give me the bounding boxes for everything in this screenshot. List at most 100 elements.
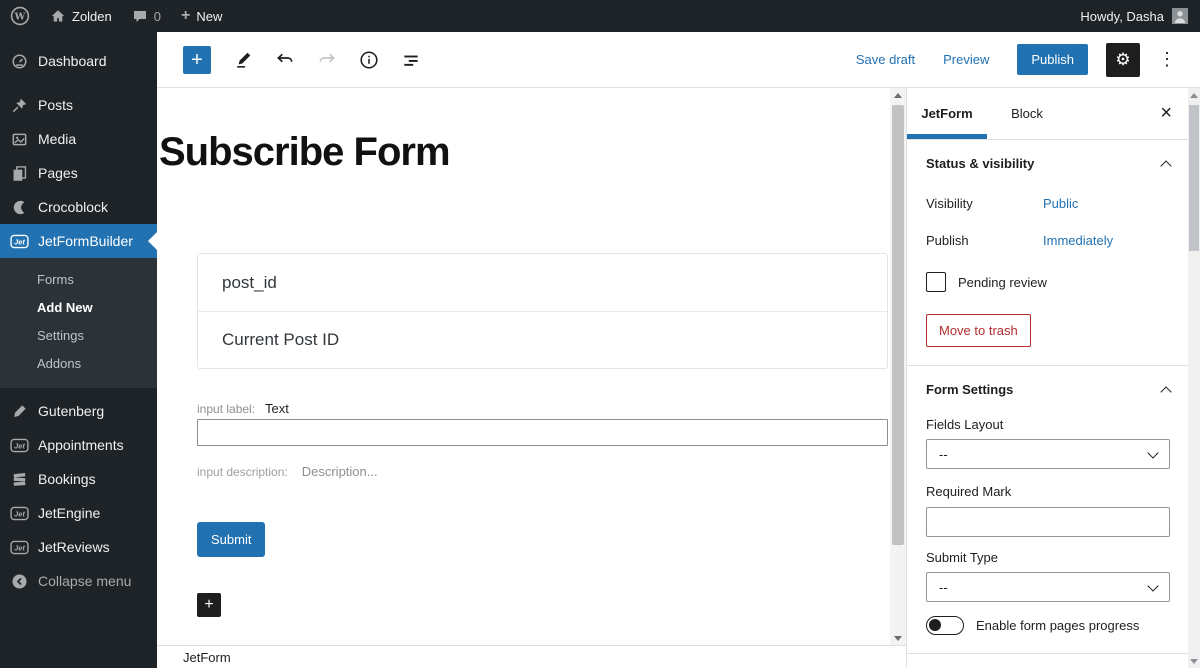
sidebar-item-dashboard[interactable]: Dashboard [0,44,157,78]
field-value[interactable]: Current Post ID [198,311,887,368]
comments-link[interactable]: 0 [122,0,171,32]
chevron-down-icon [1147,579,1159,592]
settings-gear-button[interactable]: ⚙ [1106,42,1140,77]
close-icon[interactable]: × [1144,102,1188,125]
tab-jetform[interactable]: JetForm [907,88,987,139]
form-title[interactable]: Subscribe Form [159,130,451,175]
pending-review-checkbox[interactable] [926,272,946,292]
chevron-down-icon [1147,446,1159,459]
wordpress-logo[interactable]: W [0,0,40,32]
scroll-down-arrow[interactable] [890,631,906,645]
move-to-trash-button[interactable]: Move to trash [926,314,1031,347]
svg-text:Jet: Jet [14,509,25,518]
svg-text:W: W [14,12,26,23]
new-content-link[interactable]: + New [171,0,232,32]
edit-mode-icon[interactable] [233,50,253,70]
submit-type-select[interactable]: -- [926,572,1170,602]
sidebar-item-jetengine[interactable]: Jet JetEngine [0,496,157,530]
home-icon [50,8,66,24]
form-pages-progress-toggle[interactable] [926,616,964,635]
fields-layout-label: Fields Layout [926,417,1004,432]
sidebar-item-crocoblock[interactable]: Crocoblock [0,190,157,224]
status-visibility-panel: Status & visibility Visibility Public Pu… [907,140,1188,366]
fields-layout-select[interactable]: -- [926,439,1170,469]
toggle-label: Enable form pages progress [976,618,1140,633]
list-view-icon[interactable] [401,50,421,70]
tab-block[interactable]: Block [987,88,1067,139]
media-icon [9,129,29,149]
undo-icon[interactable] [275,50,295,70]
sidebar-item-pages[interactable]: Pages [0,156,157,190]
required-mark-input[interactable] [926,507,1170,537]
text-field-input[interactable] [197,419,888,446]
wordpress-icon: W [10,6,30,26]
form-pages-progress-row: Enable form pages progress [926,616,1170,635]
chevron-up-icon[interactable] [1160,385,1172,398]
field-name[interactable]: post_id [198,254,887,311]
publish-value[interactable]: Immediately [1043,233,1113,248]
panel-title: Form Settings [926,382,1014,397]
scrollbar-thumb[interactable] [1189,105,1199,251]
inspector-tabbar: JetForm Block × [907,88,1188,140]
editor-toolbar: + Save draft Preview Publish ⚙ ⋮ [157,32,1200,88]
hidden-field-block[interactable]: post_id Current Post ID [197,253,888,369]
block-appender-button[interactable]: + [197,593,221,617]
avatar[interactable] [1172,8,1188,24]
collapse-menu-button[interactable]: Collapse menu [0,564,157,598]
sidebar-item-bookings[interactable]: Bookings [0,462,157,496]
admin-bar: W Zolden 0 + New Howdy, Dasha [0,0,1200,32]
form-submit-button[interactable]: Submit [197,522,266,557]
svg-text:Jet: Jet [14,237,25,246]
publish-label: Publish [926,233,969,248]
submenu-item-addons[interactable]: Addons [0,350,157,378]
dashboard-icon [9,51,29,71]
active-tab-underline [907,134,987,139]
sidebar-item-gutenberg[interactable]: Gutenberg [0,394,157,428]
sidebar-scrollbar[interactable] [1188,88,1200,668]
howdy-greeting[interactable]: Howdy, Dasha [1080,9,1164,24]
chevron-up-icon[interactable] [1160,159,1172,172]
sidebar-item-jetreviews[interactable]: Jet JetReviews [0,530,157,564]
editor-scrollbar[interactable] [890,88,906,645]
settings-sidebar: JetForm Block × Status & visibility Visi… [906,88,1188,668]
comments-count: 0 [153,8,161,24]
required-mark-label: Required Mark [926,484,1012,499]
details-icon[interactable] [359,50,379,70]
input-label-prefix: input label: [197,402,256,416]
input-description-placeholder[interactable]: Description... [302,464,378,479]
sidebar-item-jetformbuilder[interactable]: Jet JetFormBuilder [0,224,157,258]
submenu-item-add-new[interactable]: Add New [0,294,157,322]
publish-button[interactable]: Publish [1017,44,1088,75]
sidebar-item-media[interactable]: Media [0,122,157,156]
collapse-arrow-icon [9,571,29,591]
site-link[interactable]: Zolden [40,0,122,32]
pending-review-row[interactable]: Pending review [926,272,1170,292]
input-description-prefix: input description: [197,465,288,479]
scroll-up-arrow[interactable] [890,88,906,102]
scroll-down-arrow[interactable] [1188,654,1200,668]
scroll-up-arrow[interactable] [1188,88,1200,102]
input-label-value[interactable]: Text [265,401,289,416]
jet-badge-icon: Jet [9,537,29,557]
editor-footer: JetForm [157,645,906,668]
preview-button[interactable]: Preview [943,52,989,67]
block-inserter-button[interactable]: + [183,45,211,74]
visibility-value[interactable]: Public [1043,196,1078,211]
submenu-item-forms[interactable]: Forms [0,266,157,294]
admin-menu: Dashboard Posts Media Pages Crocoblock J… [0,32,157,668]
options-menu-button[interactable]: ⋮ [1154,45,1180,74]
pushpin-icon [9,95,29,115]
tickets-icon [9,469,29,489]
plus-icon: + [180,7,191,24]
jet-badge-icon: Jet [9,503,29,523]
redo-icon[interactable] [317,50,337,70]
text-field-description-row: input description: Description... [197,464,378,479]
sidebar-item-appointments[interactable]: Jet Appointments [0,428,157,462]
save-draft-button[interactable]: Save draft [856,52,915,67]
sidebar-item-posts[interactable]: Posts [0,88,157,122]
crocoblock-icon [9,197,29,217]
submenu-item-settings[interactable]: Settings [0,322,157,350]
scrollbar-thumb[interactable] [892,105,904,545]
panel-title: Status & visibility [926,156,1035,171]
block-breadcrumb[interactable]: JetForm [183,650,231,665]
